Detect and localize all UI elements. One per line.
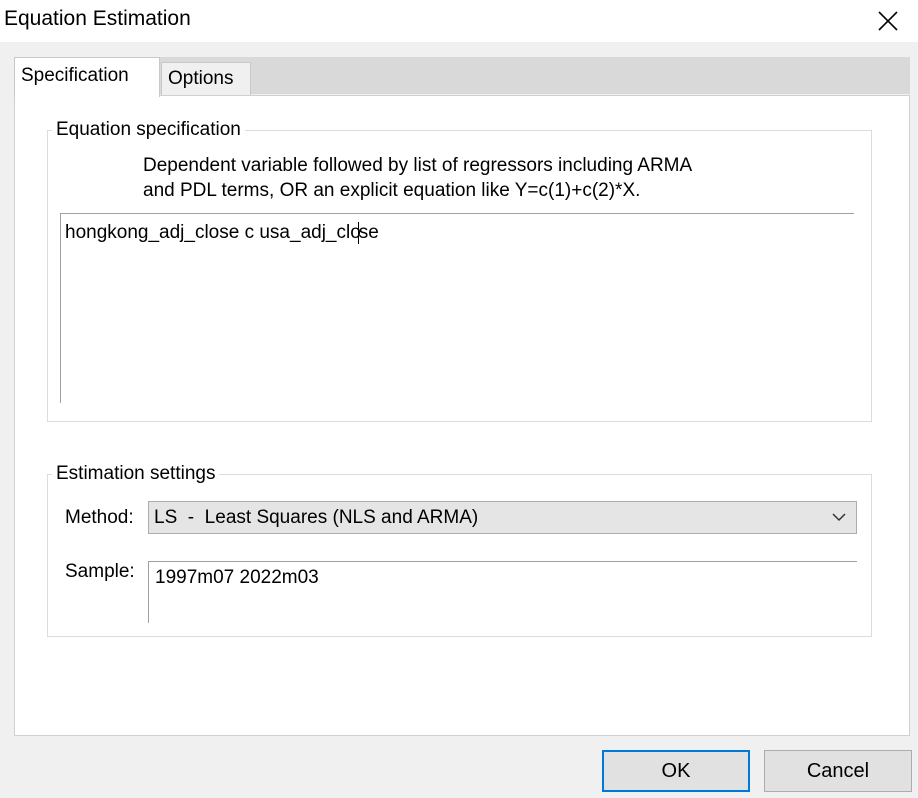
tab-options[interactable]: Options [161, 62, 251, 95]
method-label: Method: [65, 507, 134, 528]
cancel-button[interactable]: Cancel [764, 750, 912, 792]
equation-specification-label: Equation specification [52, 119, 245, 141]
tab-specification[interactable]: Specification [14, 57, 160, 97]
sample-label: Sample: [65, 561, 135, 582]
equation-text-tail: se [358, 222, 379, 244]
equation-text: hongkong_adj_close c usa_adj_clo [65, 222, 361, 244]
method-selected-value: LS - Least Squares (NLS and ARMA) [154, 507, 479, 528]
close-button[interactable] [858, 0, 918, 42]
chevron-down-icon [832, 513, 846, 522]
ok-button[interactable]: OK [602, 750, 750, 792]
method-select[interactable]: LS - Least Squares (NLS and ARMA) [148, 501, 857, 534]
close-icon [878, 11, 898, 31]
window-title: Equation Estimation [4, 7, 191, 30]
equation-hint-line2: and PDL terms, OR an explicit equation l… [143, 180, 641, 201]
title-bar: Equation Estimation [0, 0, 918, 42]
sample-input[interactable]: 1997m07 2022m03 [148, 561, 857, 623]
equation-hint-line1: Dependent variable followed by list of r… [143, 155, 693, 176]
equation-input[interactable]: hongkong_adj_close c usa_adj_close [60, 213, 854, 403]
estimation-settings-label: Estimation settings [52, 463, 220, 485]
